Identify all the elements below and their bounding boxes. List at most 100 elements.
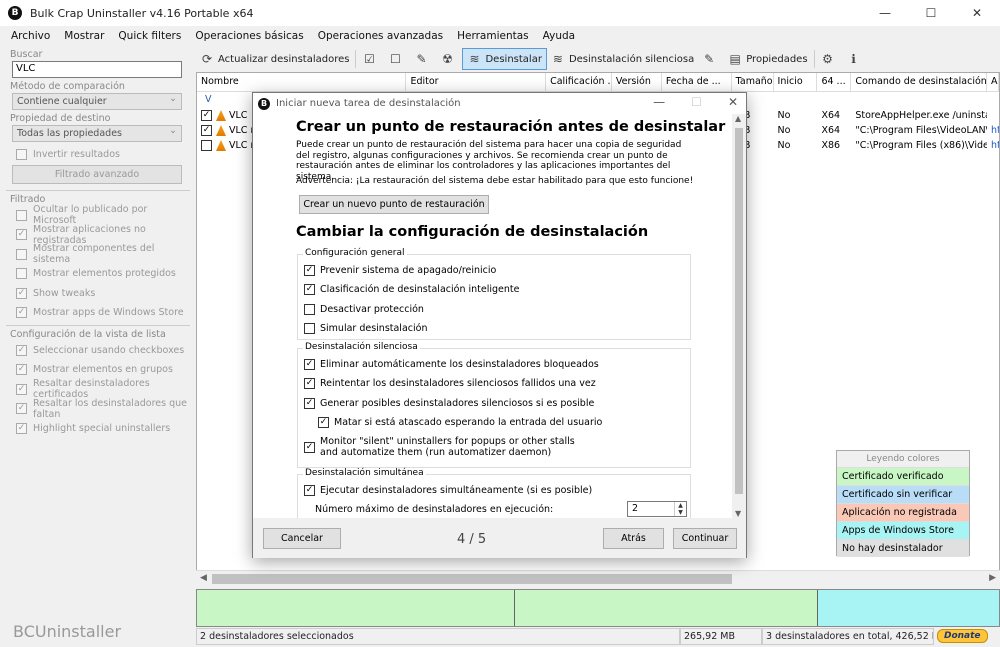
view-option[interactable]: ✓ Resaltar los desinstaladores que faltan (16, 398, 190, 420)
column-header[interactable]: Editor (406, 73, 547, 91)
cancel-button[interactable]: Cancelar (263, 528, 341, 549)
maximize-button[interactable]: ☐ (908, 0, 954, 26)
view-option[interactable]: ✓ Seleccionar usando checkboxes (16, 341, 190, 361)
size-segment[interactable] (197, 590, 515, 626)
menu-herramientas[interactable]: Herramientas (450, 30, 536, 42)
column-header[interactable]: Comando de desinstalación (851, 73, 988, 91)
menu-operaciones-avanzadas[interactable]: Operaciones avanzadas (311, 30, 450, 42)
filter-option[interactable]: ✓ Mostrar apps de Windows Store (16, 303, 190, 323)
checkbox[interactable] (304, 323, 315, 334)
checkbox[interactable]: ✓ (16, 344, 27, 356)
comparison-select[interactable]: Contiene cualquier (12, 93, 182, 110)
filter-option[interactable]: ✓ Mostrar aplicaciones no registradas (16, 224, 190, 246)
checkbox[interactable]: ✓ (304, 441, 315, 453)
checkbox[interactable]: ✓ (304, 485, 315, 496)
menu-quick-filters[interactable]: Quick filters (111, 30, 188, 42)
checkbox[interactable]: ✓ (16, 307, 27, 319)
create-restore-point-button[interactable]: Crear un nuevo punto de restauración (299, 195, 489, 214)
minimize-button[interactable]: — (862, 0, 908, 26)
column-header[interactable]: Tamaño (732, 73, 774, 91)
radiation-button[interactable]: ☢ (436, 48, 462, 70)
column-header[interactable]: 64 ... (817, 73, 852, 91)
size-segment[interactable] (818, 590, 999, 626)
filter-option[interactable]: Mostrar elementos protegidos (16, 264, 190, 284)
menu-ayuda[interactable]: Ayuda (536, 30, 582, 42)
disable-protection-option[interactable]: Desactivar protección (304, 304, 424, 315)
view-option[interactable]: ✓ Resaltar desinstaladores certificados (16, 378, 190, 400)
checkbox[interactable]: ✓ (16, 364, 27, 376)
close-button[interactable]: ✕ (954, 0, 1000, 26)
kill-stuck-option[interactable]: ✓ Matar si está atascado esperando la ent… (318, 417, 602, 428)
view-option[interactable]: ✓ Mostrar elementos en grupos (16, 360, 190, 380)
info-button[interactable]: ℹ (843, 48, 869, 70)
checkbox[interactable]: ✓ (16, 287, 27, 299)
checkbox[interactable]: ✓ (304, 359, 315, 370)
checkbox[interactable]: ✓ (16, 229, 27, 241)
column-header[interactable]: Calificación ... (546, 73, 612, 91)
stepper-arrows-icon[interactable]: ▲ ▼ (674, 502, 686, 516)
generate-quiet-option[interactable]: ✓ Generar posibles desinstaladores silenc… (304, 398, 594, 409)
target-select[interactable]: Todas las propiedades (12, 125, 182, 142)
checkbox[interactable] (304, 304, 315, 315)
column-header[interactable]: Fecha de ... (662, 73, 732, 91)
auto-kill-blocked-option[interactable]: ✓ Eliminar automáticamente los desinstala… (304, 359, 599, 370)
checkbox[interactable]: ✓ (318, 417, 329, 428)
back-button[interactable]: Atrás (603, 528, 664, 549)
monitor-silent-option[interactable]: ✓ Monitor "silent" uninstallers for popu… (304, 436, 575, 458)
dialog-minimize-button[interactable]: — (653, 95, 665, 109)
checkbox[interactable] (16, 268, 27, 280)
checkbox[interactable] (16, 248, 27, 260)
checkbox[interactable]: ✓ (304, 265, 315, 276)
advanced-filter-button[interactable]: Filtrado avanzado (12, 164, 182, 184)
horizontal-scrollbar[interactable]: ◀ ▶ (196, 570, 1000, 586)
continue-button[interactable]: Continuar (673, 528, 737, 549)
refresh-button[interactable]: ⟳ Actualizar desinstaladores (196, 48, 353, 70)
checkbox[interactable] (16, 209, 27, 221)
donate-button[interactable]: Donate (937, 629, 988, 643)
menu-mostrar[interactable]: Mostrar (57, 30, 111, 42)
column-header[interactable]: Nombre (197, 73, 407, 91)
column-header[interactable]: A (987, 73, 999, 91)
checkbox[interactable]: ✓ (16, 383, 27, 395)
search-input[interactable]: VLC (12, 61, 182, 78)
concurrent-option[interactable]: ✓ Ejecutar desinstaladores simultáneament… (304, 485, 592, 496)
menu-operaciones-basicas[interactable]: Operaciones básicas (188, 30, 310, 42)
max-concurrent-stepper[interactable]: 2 ▲ ▼ (627, 501, 687, 517)
properties-button[interactable]: ▤ Propiedades (724, 48, 811, 70)
checkbox[interactable]: ✓ (304, 284, 315, 295)
checkbox[interactable]: ✓ (16, 422, 27, 434)
checkbox[interactable] (16, 149, 27, 161)
column-header[interactable]: Versión (612, 73, 662, 91)
size-segment[interactable] (515, 590, 818, 626)
row-checkbox[interactable]: ✓ (201, 110, 212, 121)
prevent-shutdown-option[interactable]: ✓ Prevenir sistema de apagado/reinicio (304, 265, 496, 276)
dialog-close-button[interactable]: ✕ (728, 95, 738, 109)
view-option[interactable]: ✓ Highlight special uninstallers (16, 419, 190, 439)
checkbox[interactable]: ✓ (304, 398, 315, 409)
checkbox[interactable]: ✓ (16, 403, 27, 415)
dialog-scrollbar[interactable]: ▲ ▼ (732, 114, 746, 518)
scroll-up-icon[interactable]: ▲ (735, 114, 741, 123)
menu-archivo[interactable]: Archivo (4, 30, 57, 42)
uninstall-button[interactable]: ≋ Desinstalar (462, 48, 547, 70)
filter-option[interactable]: ✓ Show tweaks (16, 284, 190, 304)
row-checkbox[interactable] (201, 140, 212, 151)
quiet-uninstall-button[interactable]: ≋ Desinstalación silenciosa (547, 48, 698, 70)
select-none-button[interactable]: ☐ (384, 48, 410, 70)
edit-button[interactable]: ✎ (698, 48, 724, 70)
scroll-right-icon[interactable]: ▶ (989, 573, 996, 583)
scroll-down-icon[interactable]: ▼ (735, 509, 741, 518)
invert-results-option[interactable]: Invertir resultados (16, 145, 190, 165)
column-header[interactable]: Inicio (774, 73, 818, 91)
checkbox[interactable]: ✓ (304, 378, 315, 389)
invert-selection-button[interactable]: ✎ (410, 48, 436, 70)
scroll-left-icon[interactable]: ◀ (200, 573, 207, 583)
filter-option[interactable]: Ocultar lo publicado por Microsoft (16, 204, 190, 226)
filter-option[interactable]: Mostrar componentes del sistema (16, 243, 190, 265)
smart-sort-option[interactable]: ✓ Clasificación de desinstalación intelig… (304, 284, 519, 295)
select-all-button[interactable]: ☑ (358, 48, 384, 70)
scrollbar-thumb[interactable] (212, 574, 732, 584)
settings-button[interactable]: ⚙ (817, 48, 843, 70)
simulate-option[interactable]: Simular desinstalación (304, 323, 427, 334)
row-checkbox[interactable]: ✓ (201, 125, 212, 136)
